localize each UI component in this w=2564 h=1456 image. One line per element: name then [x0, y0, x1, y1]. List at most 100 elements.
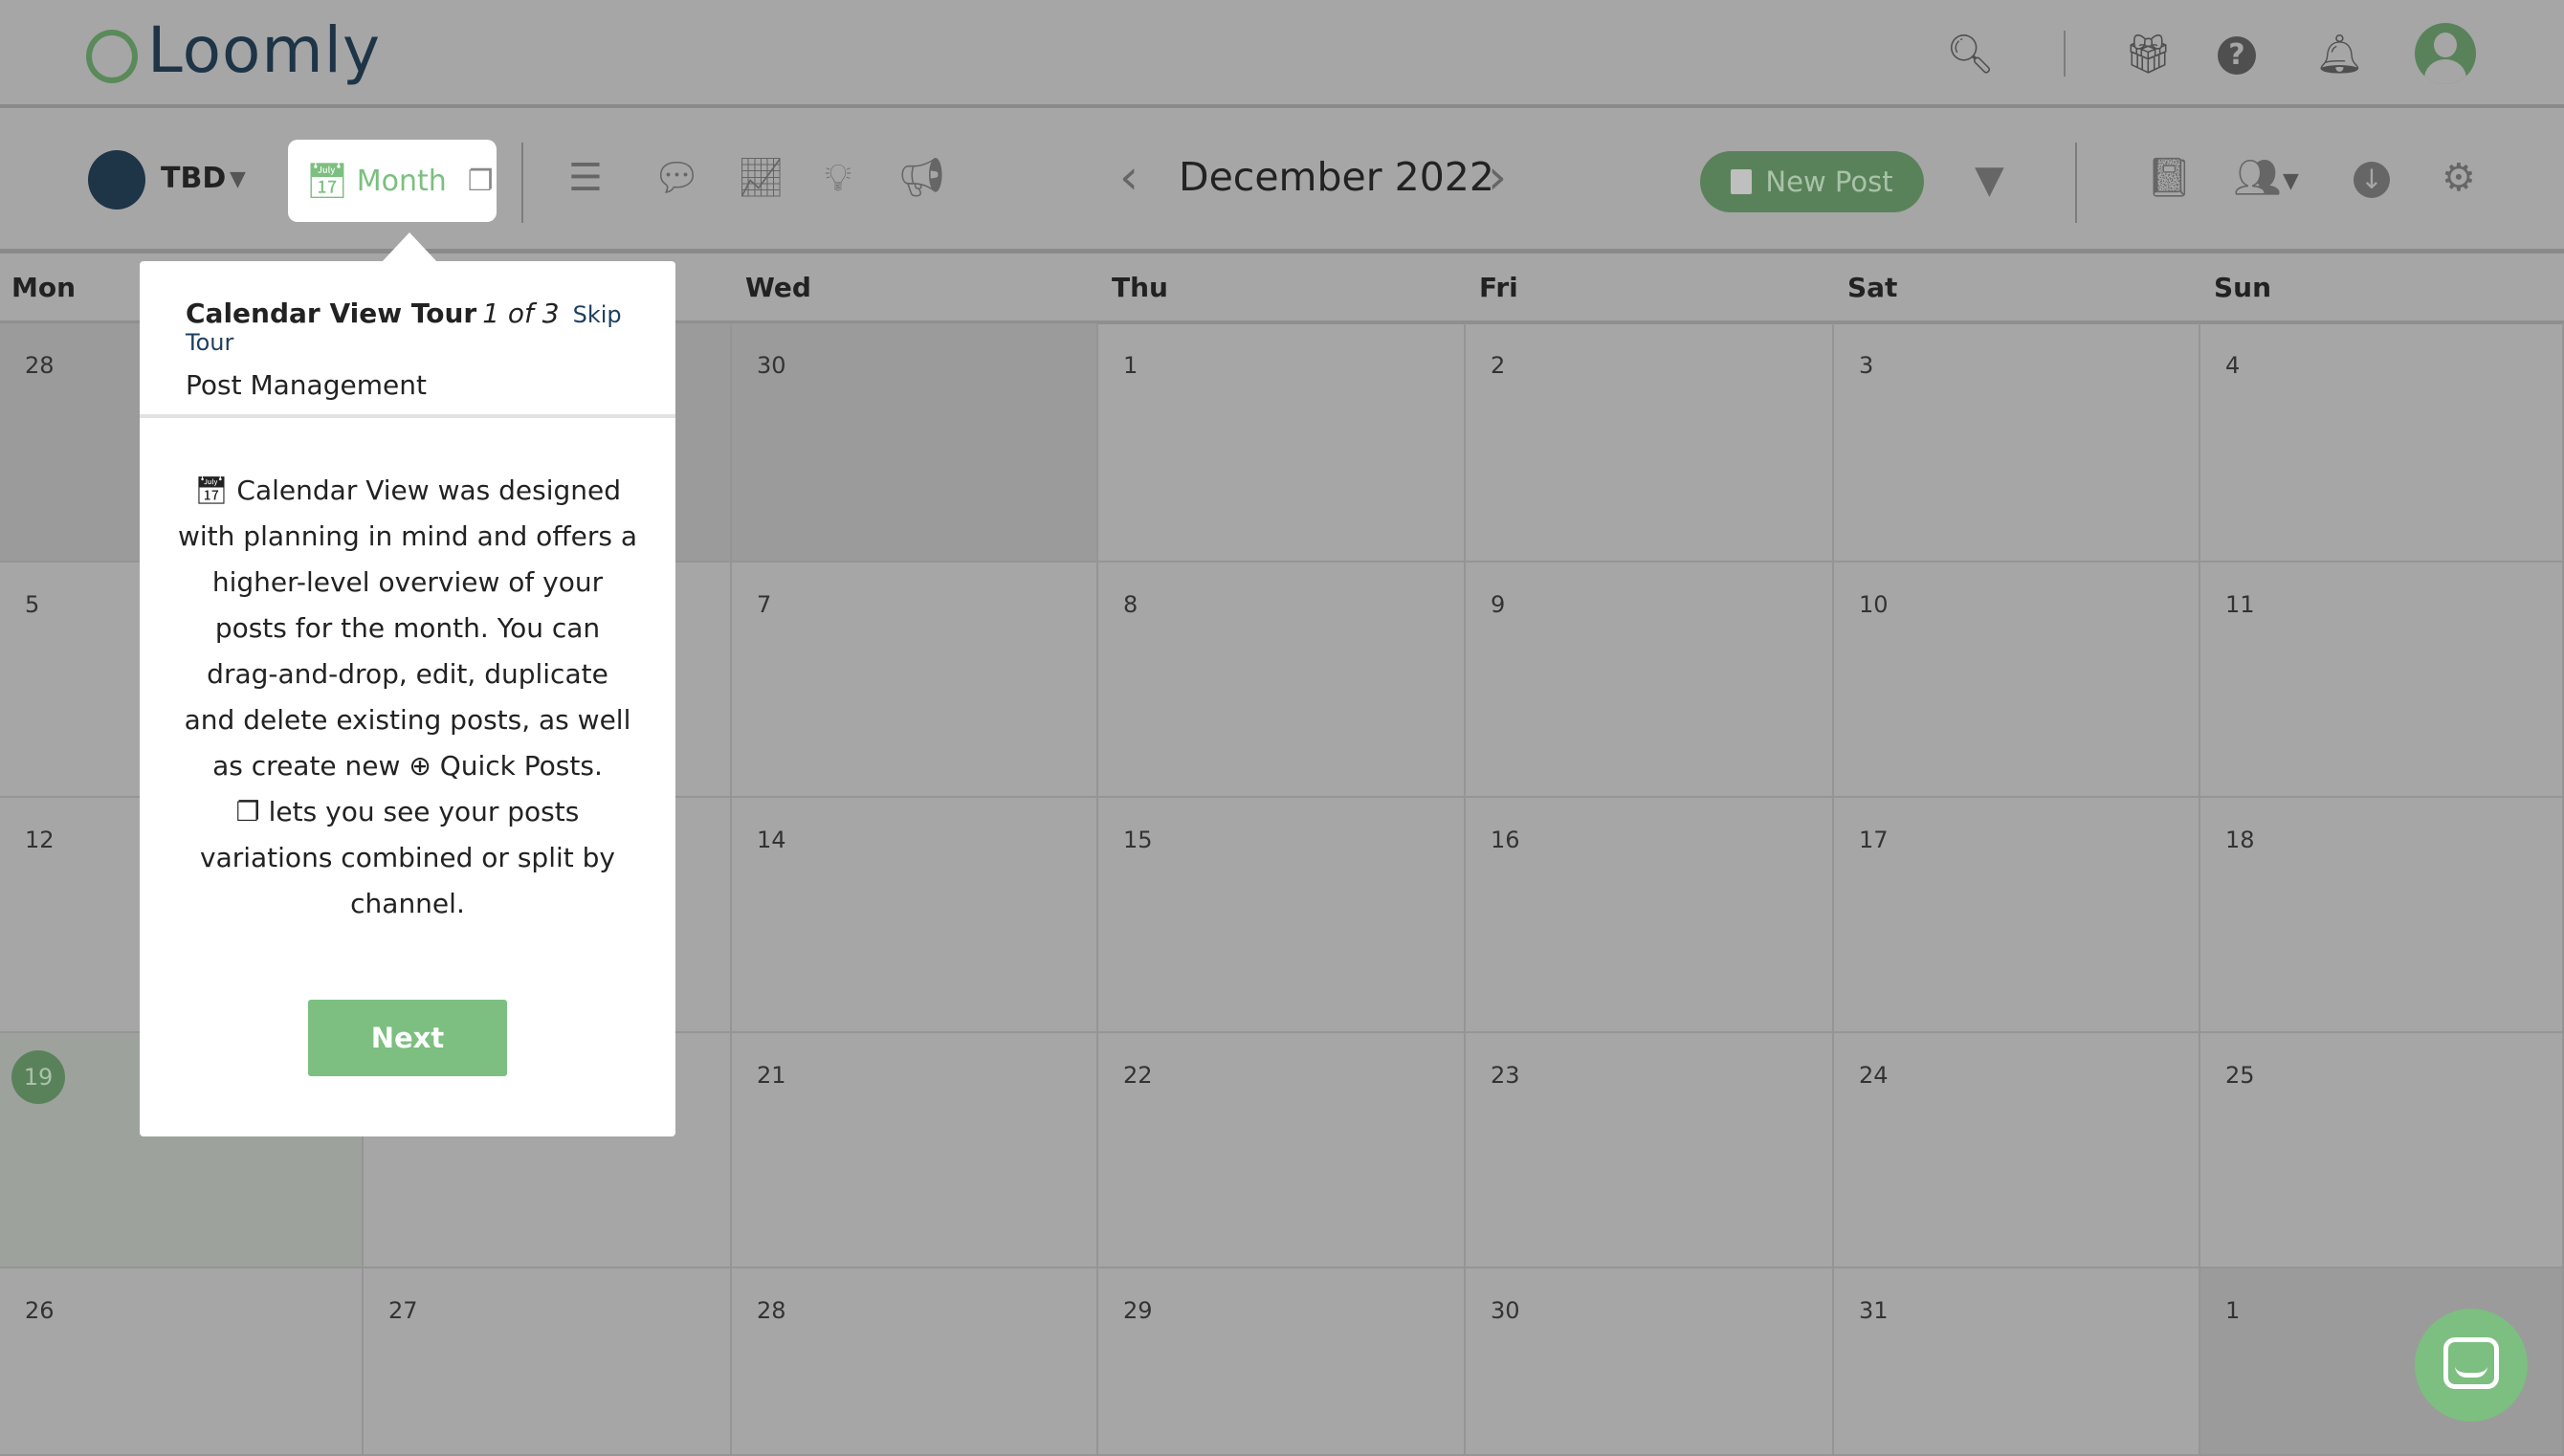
- day-number: 25: [2225, 1062, 2255, 1089]
- top-header: Loomly 🔍︎ 🎁︎ ? 🔔︎: [0, 0, 2564, 108]
- day-cell[interactable]: 18: [2200, 798, 2564, 1033]
- day-cell[interactable]: 21: [732, 1033, 1098, 1268]
- day-number: 31: [1859, 1297, 1889, 1324]
- tour-body-text: Calendar View was designed with planning…: [178, 474, 637, 782]
- next-button[interactable]: Next: [308, 1000, 507, 1076]
- day-cell[interactable]: 15: [1098, 798, 1466, 1033]
- day-number: 5: [25, 591, 40, 618]
- download-icon[interactable]: ↓: [2354, 162, 2390, 198]
- loomly-logo[interactable]: Loomly: [86, 13, 381, 87]
- day-cell[interactable]: 14: [732, 798, 1098, 1033]
- settings-icon[interactable]: ⚙: [2442, 154, 2476, 202]
- chat-launcher-button[interactable]: [2415, 1309, 2528, 1422]
- day-cell[interactable]: 3: [1834, 323, 2200, 563]
- chat-icon: [2443, 1337, 2499, 1389]
- weekday-header: Sat: [1847, 272, 1898, 303]
- day-cell[interactable]: 24: [1834, 1033, 2200, 1268]
- day-number: 23: [1491, 1062, 1520, 1089]
- advocacy-icon[interactable]: 📢︎: [897, 154, 946, 202]
- day-number: 28: [757, 1297, 786, 1324]
- day-number: 4: [2225, 352, 2241, 379]
- day-cell[interactable]: 9: [1466, 563, 1834, 798]
- chevron-down-icon[interactable]: ▼: [230, 167, 246, 191]
- calendar-icon: 📅︎: [305, 162, 349, 201]
- day-number: 12: [25, 827, 55, 853]
- divider: [521, 143, 523, 223]
- month-title: December 2022: [1179, 154, 1494, 200]
- note-icon: [1731, 169, 1753, 194]
- day-cell[interactable]: 1: [1098, 323, 1466, 563]
- day-number: 18: [2225, 827, 2255, 853]
- day-cell[interactable]: 11: [2200, 563, 2564, 798]
- help-icon[interactable]: ?: [2218, 36, 2256, 75]
- day-cell[interactable]: 26: [0, 1268, 364, 1456]
- day-cell[interactable]: 10: [1834, 563, 2200, 798]
- month-view-button[interactable]: 📅︎ Month ❐: [288, 140, 497, 222]
- day-cell[interactable]: 2: [1466, 323, 1834, 563]
- calendar-selector[interactable]: TBD: [161, 162, 226, 195]
- day-cell[interactable]: 7: [732, 563, 1098, 798]
- ideas-icon[interactable]: 💡︎: [825, 154, 851, 202]
- tour-body: 📅︎ Calendar View was designed with plann…: [140, 418, 675, 927]
- day-number: 30: [1491, 1297, 1520, 1324]
- day-cell[interactable]: 30: [1466, 1268, 1834, 1456]
- day-number: 1: [2225, 1297, 2241, 1324]
- list-icon[interactable]: ☰: [568, 154, 603, 202]
- day-cell[interactable]: 29: [1098, 1268, 1466, 1456]
- divider: [2064, 31, 2066, 77]
- day-number: 7: [757, 591, 772, 618]
- user-avatar-icon[interactable]: [2415, 23, 2476, 84]
- day-cell[interactable]: 27: [364, 1268, 732, 1456]
- day-number: 2: [1491, 352, 1506, 379]
- day-number: 16: [1491, 827, 1520, 853]
- day-cell[interactable]: 28: [732, 1268, 1098, 1456]
- tour-popover: Calendar View Tour 1 of 3 Skip Tour Post M…: [140, 261, 675, 1136]
- team-icon[interactable]: 👥︎: [2233, 154, 2282, 202]
- search-icon[interactable]: 🔍︎: [1946, 31, 1995, 78]
- day-cell[interactable]: 31: [1834, 1268, 2200, 1456]
- comments-icon[interactable]: 💬︎: [652, 154, 701, 202]
- day-number: 1: [1123, 352, 1138, 379]
- day-number: 14: [757, 827, 786, 853]
- bell-icon[interactable]: 🔔︎: [2315, 31, 2364, 78]
- tour-body-text: Quick Posts.: [439, 750, 603, 782]
- logo-text: Loomly: [147, 13, 382, 87]
- day-number: 22: [1123, 1062, 1153, 1089]
- next-month-button[interactable]: ›: [1488, 150, 1507, 204]
- copy-icon[interactable]: ❐: [468, 165, 494, 198]
- weekday-header: Thu: [1112, 272, 1168, 303]
- day-cell[interactable]: 17: [1834, 798, 2200, 1033]
- previous-month-button[interactable]: ‹: [1119, 150, 1138, 204]
- weekday-header: Fri: [1479, 272, 1518, 303]
- gift-icon[interactable]: 🎁︎: [2124, 31, 2173, 78]
- day-number: 10: [1859, 591, 1889, 618]
- month-view-label: Month: [356, 164, 447, 198]
- day-cell[interactable]: 4: [2200, 323, 2564, 563]
- day-cell[interactable]: 22: [1098, 1033, 1466, 1268]
- filter-icon[interactable]: ▼: [1975, 156, 2004, 204]
- day-number: 8: [1123, 591, 1138, 618]
- day-number: 15: [1123, 827, 1153, 853]
- calendar-avatar[interactable]: [88, 150, 145, 210]
- analytics-icon[interactable]: 📈︎: [737, 154, 785, 202]
- day-number: 30: [757, 352, 786, 379]
- day-cell[interactable]: 23: [1466, 1033, 1834, 1268]
- today-badge: 19: [11, 1050, 65, 1104]
- calendar-icon: 📅︎: [193, 474, 229, 506]
- day-number: 26: [25, 1297, 55, 1324]
- new-post-button[interactable]: New Post: [1700, 151, 1924, 212]
- day-number: 11: [2225, 591, 2255, 618]
- divider: [2075, 143, 2077, 223]
- day-number: 29: [1123, 1297, 1153, 1324]
- day-number: 24: [1859, 1062, 1889, 1089]
- day-cell[interactable]: 25: [2200, 1033, 2564, 1268]
- day-cell[interactable]: 30: [732, 323, 1098, 563]
- day-cell[interactable]: 8: [1098, 563, 1466, 798]
- tour-subtitle: Post Management: [186, 369, 427, 401]
- library-icon[interactable]: 📓︎: [2145, 154, 2194, 202]
- chevron-down-icon[interactable]: ▼: [2283, 169, 2299, 193]
- weekday-header: Sun: [2214, 272, 2272, 303]
- tour-title: Calendar View Tour: [186, 298, 477, 329]
- day-cell[interactable]: 16: [1466, 798, 1834, 1033]
- weekday-header: Wed: [745, 272, 811, 303]
